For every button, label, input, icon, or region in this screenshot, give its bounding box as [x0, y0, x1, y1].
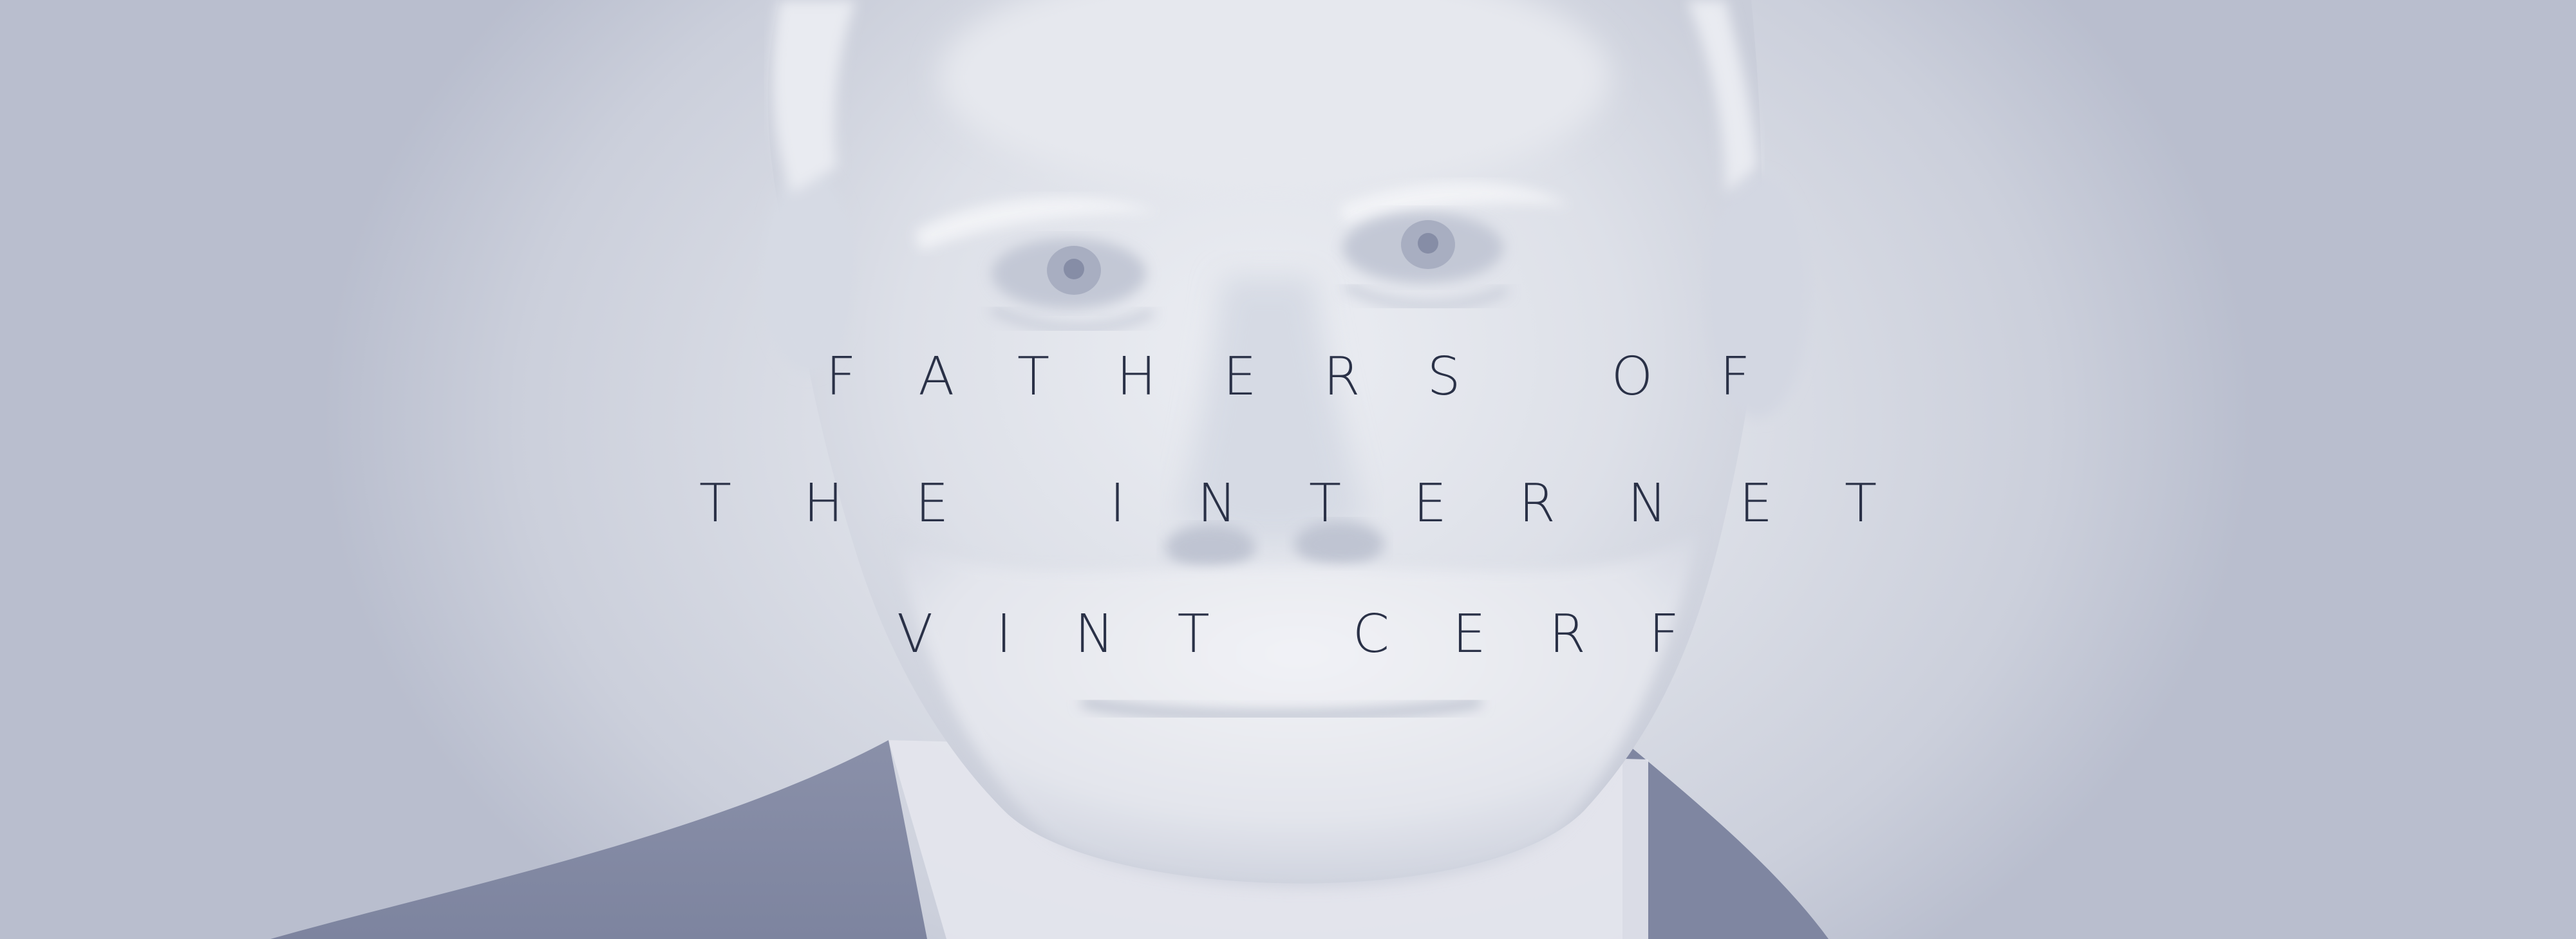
headline-line-2: THE INTERNET	[699, 473, 1950, 534]
headline-line-3: VINT CERF	[897, 604, 1742, 665]
portrait-photo	[270, 0, 1829, 939]
headline-line-1: FATHERS OF	[825, 346, 1818, 407]
hero-banner: FATHERS OF THE INTERNET VINT CERF	[0, 0, 2576, 939]
